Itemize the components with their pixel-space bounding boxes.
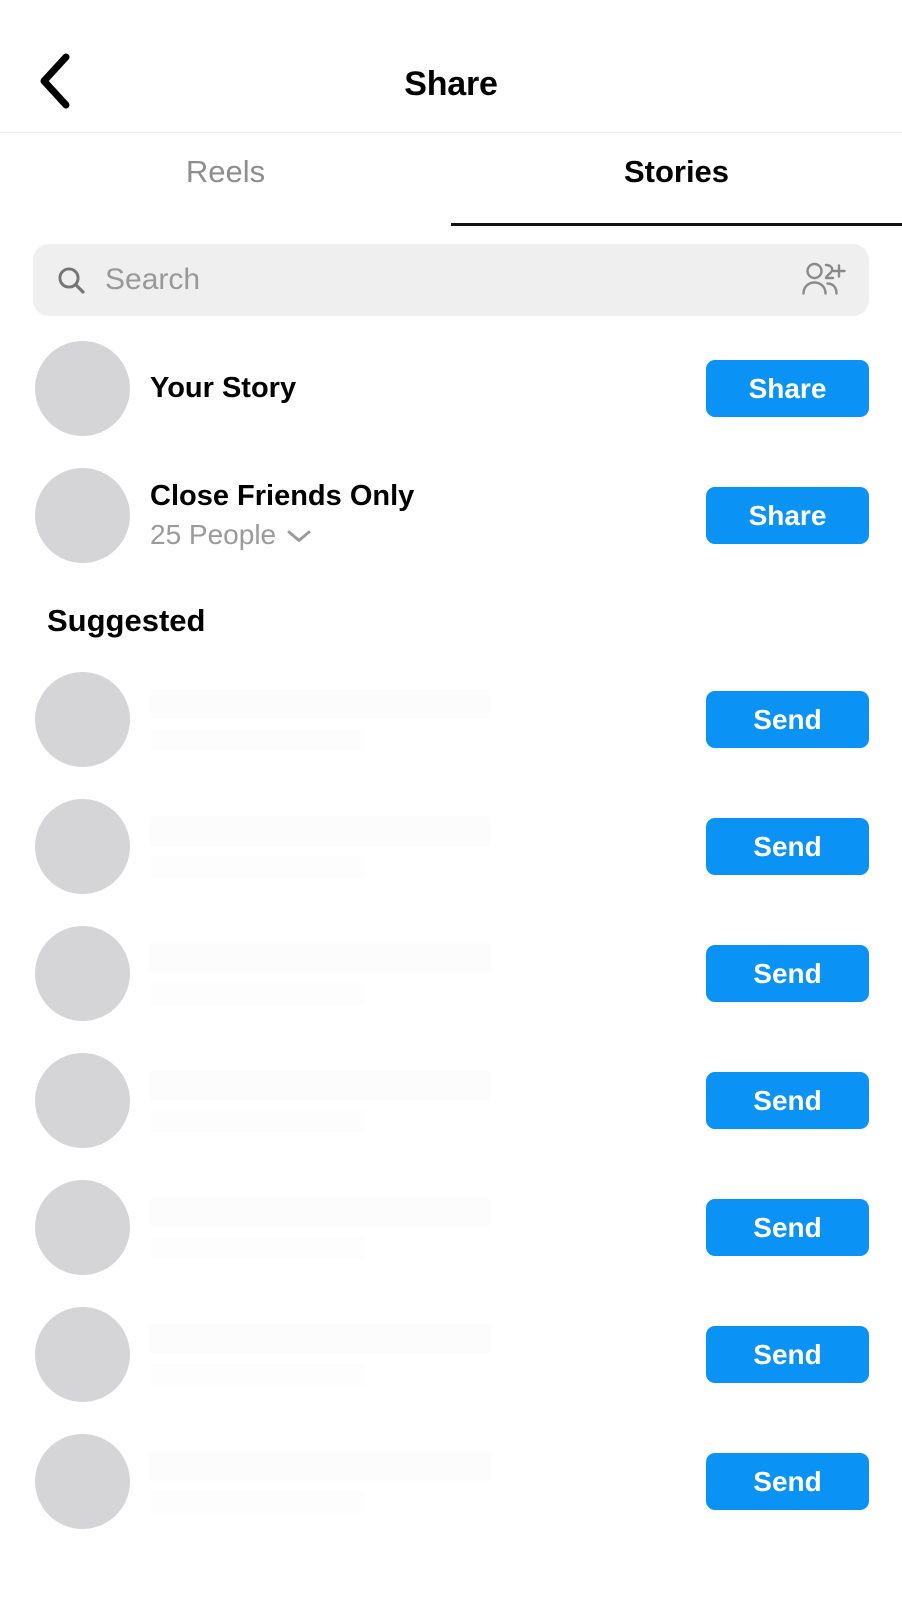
list-item[interactable]: Send — [0, 1418, 902, 1545]
suggested-list: Send Send Send Send Send Send Send — [0, 647, 902, 1545]
list-item-username — [150, 856, 365, 878]
row-your-story-title: Your Story — [150, 372, 706, 405]
list-item-text — [150, 1451, 706, 1513]
chevron-down-icon — [286, 519, 312, 551]
list-item-username — [150, 983, 365, 1005]
suggested-heading: Suggested — [0, 579, 902, 647]
row-close-friends-title: Close Friends Only — [150, 480, 706, 513]
list-item-username — [150, 1110, 365, 1132]
list-item-name — [150, 1451, 490, 1481]
list-item-text — [150, 689, 706, 751]
list-item[interactable]: Send — [0, 1037, 902, 1164]
avatar-placeholder — [35, 1053, 130, 1148]
search-icon — [55, 264, 87, 296]
avatar-placeholder — [35, 926, 130, 1021]
list-item-text — [150, 1324, 706, 1386]
list-item-name — [150, 1197, 490, 1227]
close-friends-count-dropdown[interactable]: 25 People — [150, 519, 706, 551]
list-item-name — [150, 1324, 490, 1354]
row-your-story[interactable]: Your Story Share — [0, 325, 902, 452]
list-item[interactable]: Send — [0, 1164, 902, 1291]
share-button-your-story[interactable]: Share — [706, 360, 869, 417]
share-sheet-screen: Share Reels Stories — [0, 0, 902, 1600]
tab-reels-label: Reels — [186, 154, 265, 190]
avatar-placeholder — [35, 1434, 130, 1529]
page-title: Share — [0, 65, 902, 104]
send-button[interactable]: Send — [706, 945, 869, 1002]
send-button[interactable]: Send — [706, 1199, 869, 1256]
share-button-close-friends[interactable]: Share — [706, 487, 869, 544]
list-item-username — [150, 1491, 365, 1513]
avatar-placeholder — [35, 799, 130, 894]
avatar-placeholder — [35, 672, 130, 767]
send-button[interactable]: Send — [706, 691, 869, 748]
avatar-placeholder — [35, 1180, 130, 1275]
send-button[interactable]: Send — [706, 818, 869, 875]
avatar-placeholder — [35, 1307, 130, 1402]
list-item-username — [150, 729, 365, 751]
list-item-name — [150, 816, 490, 846]
list-item-text — [150, 1197, 706, 1259]
tab-bar: Reels Stories — [0, 133, 902, 226]
avatar-placeholder — [35, 468, 130, 563]
row-close-friends-text: Close Friends Only 25 People — [150, 480, 706, 551]
list-item-name — [150, 689, 490, 719]
list-item[interactable]: Send — [0, 910, 902, 1037]
list-item-username — [150, 1364, 365, 1386]
list-item-name — [150, 1070, 490, 1100]
add-people-icon[interactable] — [801, 260, 847, 300]
list-item-username — [150, 1237, 365, 1259]
list-item-text — [150, 943, 706, 1005]
search-bar[interactable] — [33, 244, 869, 316]
search-input[interactable] — [105, 263, 801, 297]
list-item[interactable]: Send — [0, 783, 902, 910]
header-bar: Share — [0, 0, 902, 133]
search-section — [0, 226, 902, 316]
row-close-friends[interactable]: Close Friends Only 25 People Share — [0, 452, 902, 579]
list-item-text — [150, 816, 706, 878]
send-button[interactable]: Send — [706, 1453, 869, 1510]
send-button[interactable]: Send — [706, 1326, 869, 1383]
list-item-text — [150, 1070, 706, 1132]
avatar-placeholder — [35, 341, 130, 436]
list-item[interactable]: Send — [0, 1291, 902, 1418]
close-friends-count-label: 25 People — [150, 519, 276, 551]
row-your-story-text: Your Story — [150, 372, 706, 405]
list-item-name — [150, 943, 490, 973]
story-options-list: Your Story Share Close Friends Only 25 P… — [0, 316, 902, 579]
tab-stories[interactable]: Stories — [451, 133, 902, 226]
tab-stories-label: Stories — [624, 154, 729, 190]
send-button[interactable]: Send — [706, 1072, 869, 1129]
list-item[interactable]: Send — [0, 656, 902, 783]
tab-reels[interactable]: Reels — [0, 133, 451, 226]
